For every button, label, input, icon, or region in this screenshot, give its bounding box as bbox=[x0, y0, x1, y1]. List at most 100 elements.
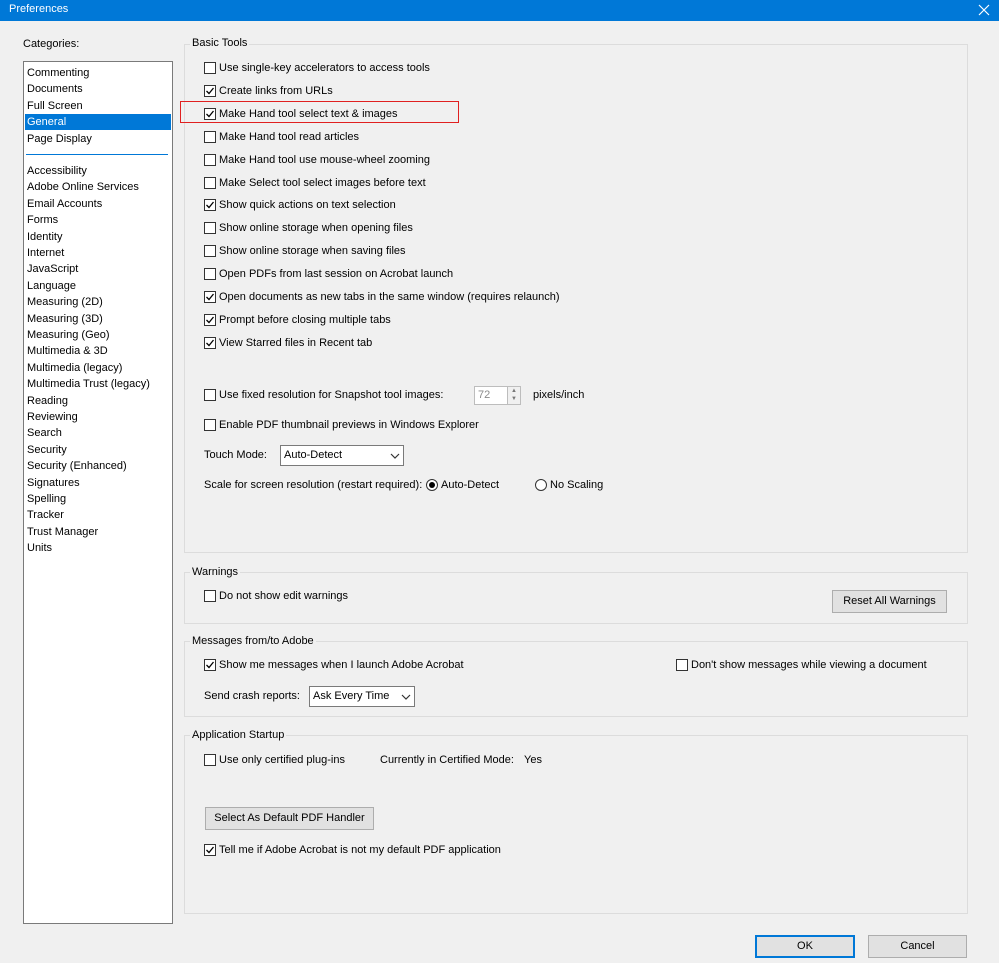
close-icon[interactable] bbox=[975, 1, 993, 19]
ok-button[interactable]: OK bbox=[755, 935, 855, 958]
radio-dot[interactable] bbox=[426, 479, 438, 491]
spin-up-icon[interactable]: ▲ bbox=[508, 387, 520, 395]
category-item[interactable]: Measuring (Geo) bbox=[25, 327, 171, 343]
checkbox-box[interactable] bbox=[204, 222, 216, 235]
category-item[interactable]: Multimedia Trust (legacy) bbox=[25, 376, 171, 392]
cancel-button[interactable]: Cancel bbox=[868, 935, 967, 958]
category-item[interactable]: Accessibility bbox=[25, 163, 171, 179]
checkbox-box[interactable] bbox=[204, 419, 216, 431]
category-item[interactable]: Reviewing bbox=[25, 409, 171, 425]
category-item[interactable]: JavaScript bbox=[25, 261, 171, 277]
default-pdf-handler-button[interactable]: Select As Default PDF Handler bbox=[205, 807, 374, 830]
category-item[interactable]: Spelling bbox=[25, 491, 171, 507]
basic-tools-option[interactable]: Prompt before closing multiple tabs bbox=[204, 313, 391, 326]
category-item[interactable]: Multimedia (legacy) bbox=[25, 360, 171, 376]
category-item[interactable]: Adobe Online Services bbox=[25, 179, 171, 195]
checkbox-box[interactable] bbox=[204, 336, 216, 349]
checkmark-icon bbox=[206, 661, 215, 669]
touch-mode-select[interactable]: Auto-Detect bbox=[280, 445, 404, 466]
basic-tools-option[interactable]: View Starred files in Recent tab bbox=[204, 336, 373, 349]
categories-list[interactable]: Commenting Documents Full Screen General Pag… bbox=[23, 61, 173, 924]
checkbox-box[interactable] bbox=[204, 754, 216, 766]
categories-label: Categories: bbox=[23, 38, 80, 50]
category-item[interactable]: General bbox=[25, 114, 171, 131]
snapshot-unit-label: pixels/inch bbox=[533, 389, 585, 401]
basic-tools-option[interactable]: Create links from URLs bbox=[204, 84, 333, 97]
category-item[interactable]: Measuring (3D) bbox=[25, 311, 171, 327]
checkbox-box[interactable] bbox=[676, 659, 688, 671]
checkbox-box[interactable] bbox=[204, 659, 216, 671]
option-label: View Starred files in Recent tab bbox=[219, 336, 373, 349]
checkbox-box[interactable] bbox=[204, 313, 216, 326]
category-item[interactable]: Page Display bbox=[25, 131, 171, 147]
dont-show-viewing-checkbox[interactable]: Don't show messages while viewing a docu… bbox=[676, 659, 927, 671]
basic-tools-option[interactable]: Make Select tool select images before te… bbox=[204, 176, 426, 189]
basic-tools-option[interactable]: Use single-key accelerators to access to… bbox=[204, 62, 430, 74]
basic-tools-option[interactable]: Show quick actions on text selection bbox=[204, 199, 396, 212]
category-item[interactable]: Internet bbox=[25, 245, 171, 261]
thumbnail-previews-checkbox[interactable]: Enable PDF thumbnail previews in Windows… bbox=[204, 419, 479, 431]
basic-tools-option[interactable]: Show online storage when saving files bbox=[204, 245, 406, 258]
highlight-annotation bbox=[180, 101, 459, 123]
checkbox-box[interactable] bbox=[204, 130, 216, 143]
category-item[interactable]: Tracker bbox=[25, 507, 171, 523]
basic-tools-option[interactable]: Make Hand tool read articles bbox=[204, 130, 359, 143]
checkbox-box[interactable] bbox=[204, 153, 216, 166]
checkbox-box[interactable] bbox=[204, 176, 216, 189]
checkbox-box[interactable] bbox=[204, 389, 216, 401]
checkbox-box[interactable] bbox=[204, 590, 216, 602]
checkbox-box[interactable] bbox=[204, 291, 216, 303]
category-item[interactable]: Multimedia & 3D bbox=[25, 343, 171, 359]
dont-show-viewing-label: Don't show messages while viewing a docu… bbox=[691, 659, 927, 671]
show-launch-messages-checkbox[interactable]: Show me messages when I launch Adobe Acr… bbox=[204, 659, 464, 671]
snapshot-resolution-checkbox[interactable]: Use fixed resolution for Snapshot tool i… bbox=[204, 389, 443, 401]
scale-label: Scale for screen resolution (restart req… bbox=[204, 479, 423, 491]
tell-me-default-checkbox[interactable]: Tell me if Adobe Acrobat is not my defau… bbox=[204, 844, 501, 856]
snapshot-resolution-input[interactable]: 72 bbox=[474, 386, 508, 405]
checkbox-box[interactable] bbox=[204, 844, 216, 856]
category-item[interactable]: Language bbox=[25, 278, 171, 294]
radio-dot[interactable] bbox=[535, 479, 547, 491]
checkbox-box[interactable] bbox=[204, 268, 216, 281]
category-item[interactable]: Security (Enhanced) bbox=[25, 458, 171, 474]
reset-all-warnings-button[interactable]: Reset All Warnings bbox=[832, 590, 947, 613]
category-item[interactable]: Commenting bbox=[25, 65, 171, 81]
basic-tools-option[interactable]: Open documents as new tabs in the same w… bbox=[204, 291, 560, 303]
scale-auto-detect-label: Auto-Detect bbox=[441, 479, 500, 491]
category-item[interactable]: Full Screen bbox=[25, 98, 171, 114]
crash-reports-select[interactable]: Ask Every Time bbox=[309, 686, 415, 707]
checkbox-box[interactable] bbox=[204, 62, 216, 74]
category-item[interactable]: Units bbox=[25, 540, 171, 556]
chevron-down-icon[interactable] bbox=[398, 687, 414, 706]
checkbox-box[interactable] bbox=[204, 245, 216, 258]
certified-plugins-checkbox[interactable]: Use only certified plug-ins bbox=[204, 754, 345, 766]
option-label: Make Select tool select images before te… bbox=[219, 176, 426, 189]
category-item[interactable]: Forms bbox=[25, 212, 171, 228]
checkbox-box[interactable] bbox=[204, 199, 216, 212]
category-item[interactable]: Trust Manager bbox=[25, 524, 171, 540]
category-item[interactable]: Measuring (2D) bbox=[25, 294, 171, 310]
basic-tools-option[interactable]: Open PDFs from last session on Acrobat l… bbox=[204, 268, 453, 281]
scale-no-scaling-radio[interactable]: No Scaling bbox=[535, 479, 603, 491]
category-item[interactable]: Search bbox=[25, 425, 171, 441]
title-bar: Preferences bbox=[0, 0, 999, 21]
snapshot-resolution-spinner[interactable]: ▲ ▼ bbox=[507, 386, 521, 405]
checkbox-box[interactable] bbox=[204, 84, 216, 97]
category-item[interactable]: Email Accounts bbox=[25, 196, 171, 212]
scale-auto-detect-radio[interactable]: Auto-Detect bbox=[426, 479, 499, 491]
certified-mode-label: Currently in Certified Mode: bbox=[380, 754, 514, 766]
category-item[interactable]: Security bbox=[25, 442, 171, 458]
spin-down-icon[interactable]: ▼ bbox=[508, 395, 520, 403]
basic-tools-option[interactable]: Show online storage when opening files bbox=[204, 222, 413, 235]
checkmark-icon bbox=[206, 339, 215, 347]
category-item[interactable]: Signatures bbox=[25, 475, 171, 491]
category-item[interactable]: Identity bbox=[25, 229, 171, 245]
category-item[interactable]: Documents bbox=[25, 81, 171, 97]
scale-no-scaling-label: No Scaling bbox=[550, 479, 604, 491]
edit-warnings-checkbox[interactable]: Do not show edit warnings bbox=[204, 590, 348, 602]
touch-mode-value: Auto-Detect bbox=[284, 449, 343, 461]
basic-tools-option[interactable]: Make Hand tool use mouse-wheel zooming bbox=[204, 153, 430, 166]
chevron-down-icon[interactable] bbox=[387, 446, 403, 465]
option-label: Use single-key accelerators to access to… bbox=[219, 62, 430, 74]
category-item[interactable]: Reading bbox=[25, 393, 171, 409]
